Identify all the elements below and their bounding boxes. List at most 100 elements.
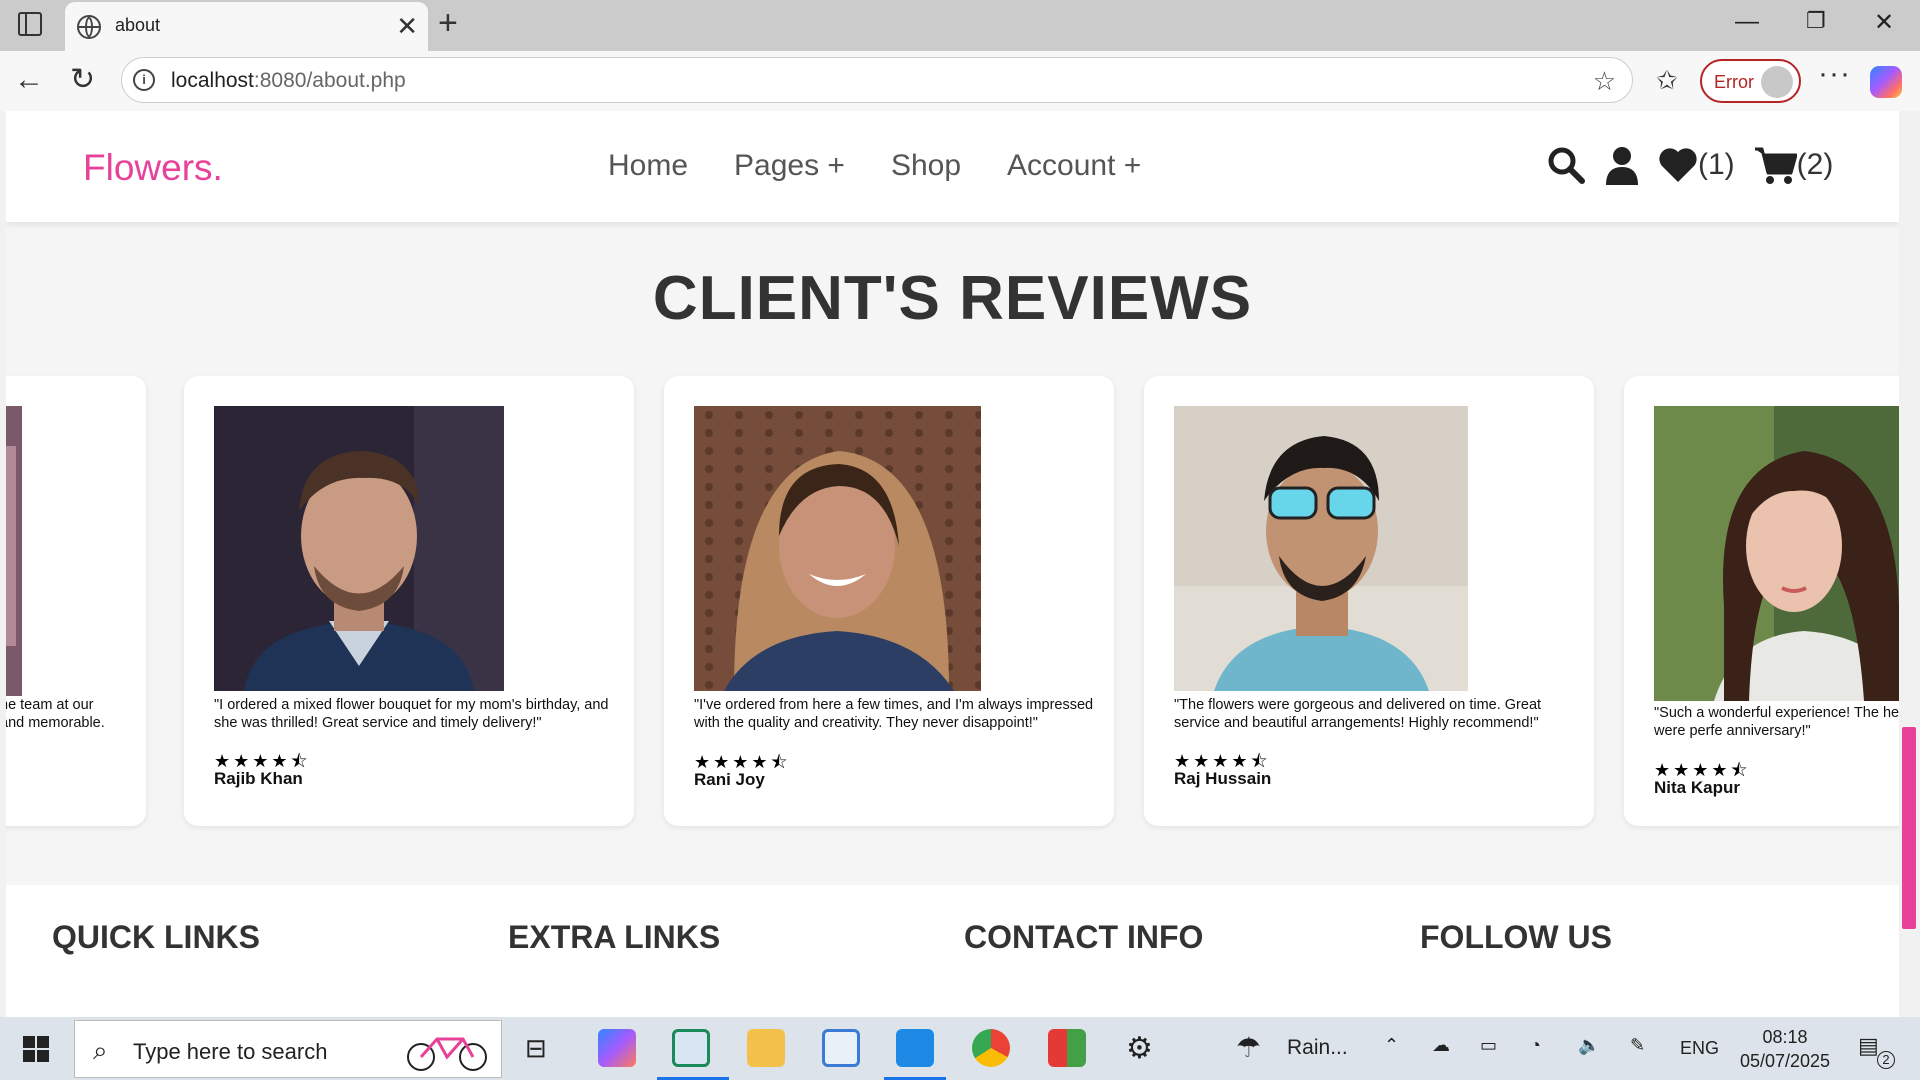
taskbar-search-placeholder: Type here to search xyxy=(133,1039,328,1064)
volume-icon[interactable]: 🔈 xyxy=(1578,1035,1600,1056)
page-content: Flowers. Home Pages + Shop Account + (1)… xyxy=(6,111,1899,1017)
quote-line: he team at our xyxy=(6,697,94,713)
taskbar-search[interactable]: ⌕ Type here to search xyxy=(74,1020,502,1078)
review-photo xyxy=(6,406,22,696)
store-app-icon[interactable] xyxy=(1048,1029,1086,1067)
profile-error-button[interactable]: Error xyxy=(1700,59,1801,103)
close-window-icon[interactable]: ✕ xyxy=(1874,8,1894,37)
copilot-icon[interactable] xyxy=(1870,66,1902,98)
review-quote: "Such a wonderful experience! The helpfu… xyxy=(1654,705,1899,739)
review-photo xyxy=(214,406,504,691)
reviewer-name: Nita Kapur xyxy=(1654,778,1740,797)
vscode-icon[interactable] xyxy=(896,1029,934,1067)
cloud-icon[interactable]: ☁ xyxy=(1432,1035,1450,1056)
wishlist-button[interactable]: (1) xyxy=(1658,146,1735,184)
site-header: Flowers. Home Pages + Shop Account + (1)… xyxy=(6,111,1899,222)
review-card: "I've ordered from here a few times, and… xyxy=(664,376,1114,826)
app-cube-icon[interactable] xyxy=(822,1029,860,1067)
reviews-heading: CLIENT'S REVIEWS xyxy=(652,264,1253,333)
review-quote: "I've ordered from here a few times, and… xyxy=(694,697,1094,731)
review-card: "I ordered a mixed flower bouquet for my… xyxy=(184,376,634,826)
system-clock[interactable]: 08:18 05/07/2025 xyxy=(1730,1025,1840,1073)
pen-icon[interactable]: ✎ xyxy=(1630,1035,1645,1056)
tab-actions-icon[interactable] xyxy=(18,12,42,36)
favorite-star-icon[interactable]: ☆ xyxy=(1593,66,1616,97)
page-viewport: Flowers. Home Pages + Shop Account + (1)… xyxy=(0,111,1920,1017)
footer-heading-follow-us: FOLLOW US xyxy=(1420,919,1612,955)
page-scrollbar[interactable] xyxy=(1899,111,1920,1017)
nav-shop[interactable]: Shop xyxy=(891,149,961,183)
search-icon[interactable] xyxy=(1546,145,1586,185)
umbrella-icon: ☂ xyxy=(1236,1032,1262,1063)
url-path: :8080/about.php xyxy=(253,69,406,92)
cart-count: (2) xyxy=(1796,148,1834,181)
minimize-icon[interactable]: — xyxy=(1735,8,1759,36)
nav-home[interactable]: Home xyxy=(608,149,688,183)
back-icon[interactable]: ← xyxy=(14,63,44,97)
refresh-icon[interactable]: ↻ xyxy=(70,63,95,97)
file-explorer-icon[interactable] xyxy=(747,1029,785,1067)
main-nav: Home Pages + Shop Account + xyxy=(608,149,1141,183)
footer-heading-quick-links: QUICK LINKS xyxy=(52,919,260,955)
globe-icon xyxy=(77,15,101,39)
browser-tab[interactable]: about ✕ xyxy=(65,2,428,51)
review-quote: "The flowers were gorgeous and delivered… xyxy=(1174,697,1542,731)
favorites-icon[interactable]: ✩ xyxy=(1656,65,1678,96)
notification-count: 2 xyxy=(1877,1051,1895,1069)
quote-line: and memorable. xyxy=(6,715,105,731)
review-card: "The flowers were gorgeous and delivered… xyxy=(1144,376,1594,826)
battery-icon[interactable]: ▭ xyxy=(1480,1035,1497,1056)
reviewer-name: Rajib Khan xyxy=(214,769,303,788)
language-indicator[interactable]: ENG xyxy=(1680,1038,1719,1059)
url-host: localhost xyxy=(171,69,254,92)
avatar xyxy=(1761,66,1793,98)
nav-pages[interactable]: Pages + xyxy=(734,149,845,183)
scrollbar-thumb[interactable] xyxy=(1902,727,1916,929)
address-bar[interactable]: i localhost:8080/about.php ☆ xyxy=(121,57,1633,103)
review-card-partial: he team at our and memorable. xyxy=(6,376,146,826)
site-footer: QUICK LINKS EXTRA LINKS CONTACT INFO FOL… xyxy=(6,885,1899,1017)
footer-heading-extra-links: EXTRA LINKS xyxy=(508,919,721,955)
wifi-icon[interactable]: ◔ xyxy=(1530,1035,1541,1056)
nav-account[interactable]: Account + xyxy=(1007,149,1141,183)
weather-text[interactable]: Rain... xyxy=(1287,1036,1348,1060)
browser-toolbar: ← ↻ i localhost:8080/about.php ☆ ✩ Error… xyxy=(0,51,1920,111)
cart-icon xyxy=(1754,147,1797,184)
review-photo xyxy=(694,406,981,691)
copilot-app-icon[interactable] xyxy=(598,1029,636,1067)
error-label: Error xyxy=(1714,72,1754,92)
more-options-icon[interactable]: ··· xyxy=(1818,57,1851,91)
notifications-icon[interactable]: ▤ xyxy=(1858,1033,1879,1059)
browser-tab-bar: about ✕ + — ❐ ✕ xyxy=(0,0,1920,51)
new-tab-icon[interactable]: + xyxy=(438,4,458,43)
chrome-icon[interactable] xyxy=(972,1029,1010,1067)
header-icons: (1) (2) xyxy=(1546,145,1833,185)
review-quote: "I ordered a mixed flower bouquet for my… xyxy=(214,697,609,731)
task-view-icon[interactable]: ⊟ xyxy=(525,1033,547,1064)
reviewer-name: Rani Joy xyxy=(694,770,765,789)
footer-heading-contact-info: CONTACT INFO xyxy=(964,919,1204,955)
restore-icon[interactable]: ❐ xyxy=(1806,8,1826,34)
settings-gear-icon[interactable]: ⚙ xyxy=(1126,1031,1153,1066)
review-quote-partial: he team at our and memorable. xyxy=(6,696,146,732)
edge-app-icon[interactable] xyxy=(672,1029,710,1067)
wishlist-count: (1) xyxy=(1698,148,1735,181)
site-logo[interactable]: Flowers. xyxy=(83,147,223,189)
tab-title: about xyxy=(115,15,161,35)
reviewer-name: Raj Hussain xyxy=(1174,769,1272,788)
close-tab-icon[interactable]: ✕ xyxy=(396,11,418,41)
url-text[interactable]: localhost:8080/about.php xyxy=(171,69,406,93)
windows-taskbar: ⌕ Type here to search ⊟ ⚙ ☂ Rain... ⌃ ☁ … xyxy=(0,1017,1920,1080)
heart-icon xyxy=(1659,148,1697,182)
user-icon[interactable] xyxy=(1604,145,1640,185)
clock-date: 05/07/2025 xyxy=(1739,1051,1831,1071)
cart-button[interactable]: (2) xyxy=(1753,145,1834,185)
windows-start-icon[interactable] xyxy=(23,1036,49,1062)
review-card: "Such a wonderful experience! The helpfu… xyxy=(1624,376,1899,826)
site-info-icon[interactable]: i xyxy=(133,69,155,91)
clock-time: 08:18 xyxy=(1762,1027,1808,1047)
review-photo xyxy=(1174,406,1468,691)
search-icon: ⌕ xyxy=(93,1035,108,1065)
chevron-up-icon[interactable]: ⌃ xyxy=(1384,1035,1399,1056)
review-photo xyxy=(1654,406,1899,701)
